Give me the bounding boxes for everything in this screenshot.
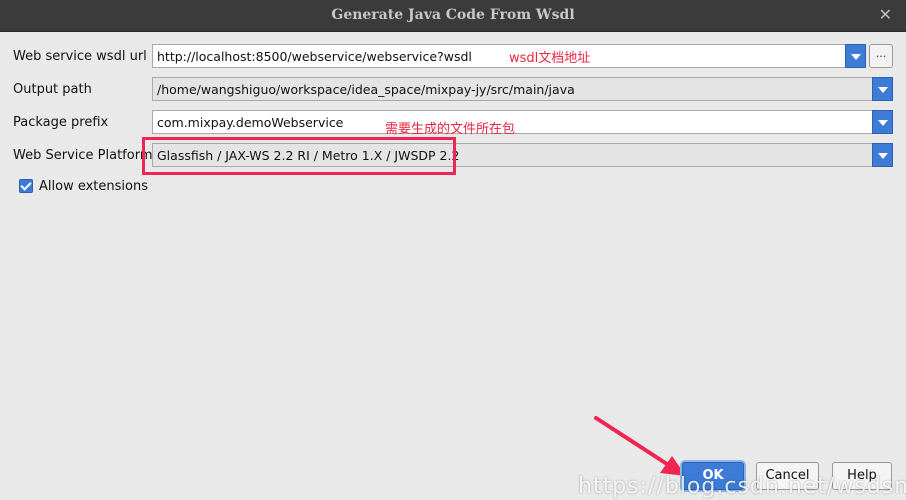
wsdl-url-value: http://localhost:8500/webservice/webserv…	[157, 49, 472, 64]
watermark: https://blog.csdn.net/wsdsm	[578, 474, 906, 499]
wsdl-url-label: Web service wsdl url	[13, 49, 147, 64]
wsdl-url-dropdown-button[interactable]	[845, 44, 866, 68]
browse-button[interactable]: ...	[869, 44, 893, 68]
close-icon[interactable]: ✕	[879, 5, 892, 24]
package-prefix-value: com.mixpay.demoWebservice	[157, 115, 344, 130]
allow-extensions-checkbox[interactable]	[19, 179, 33, 193]
allow-extensions-label: Allow extensions	[39, 179, 148, 194]
package-annotation: 需要生成的文件所在包	[385, 122, 516, 137]
platform-label: Web Service Platform	[13, 148, 153, 163]
output-path-dropdown-button[interactable]	[872, 77, 893, 101]
platform-dropdown-button[interactable]	[872, 143, 893, 167]
package-prefix-dropdown-button[interactable]	[872, 110, 893, 134]
title-bar: Generate Java Code From Wsdl ✕	[0, 0, 906, 32]
package-prefix-field[interactable]: com.mixpay.demoWebservice	[152, 110, 893, 134]
output-path-label: Output path	[13, 82, 92, 97]
platform-highlight-box	[142, 137, 456, 175]
output-path-field[interactable]: /home/wangshiguo/workspace/idea_space/mi…	[152, 77, 893, 101]
dialog-title: Generate Java Code From Wsdl	[331, 7, 575, 23]
package-prefix-label: Package prefix	[13, 115, 109, 130]
output-path-value: /home/wangshiguo/workspace/idea_space/mi…	[157, 82, 575, 97]
wsdl-annotation: wsdl文档地址	[509, 51, 591, 66]
